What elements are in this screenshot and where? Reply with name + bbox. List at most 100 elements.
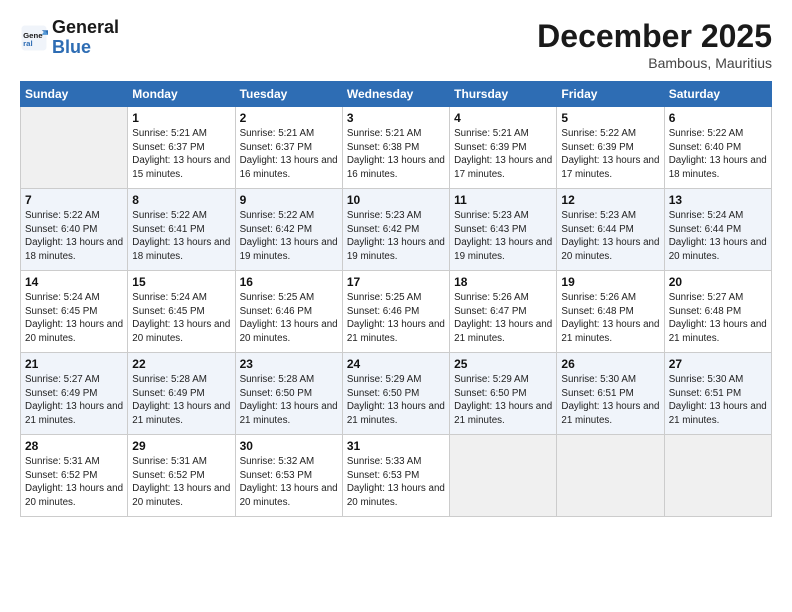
day-info: Sunrise: 5:27 AMSunset: 6:48 PMDaylight:… <box>669 291 767 346</box>
calendar-cell: 5Sunrise: 5:22 AMSunset: 6:39 PMDaylight… <box>557 107 664 189</box>
calendar-cell: 9 Sunrise: 5:22 AMSunset: 6:42 PMDaylight… <box>235 189 342 271</box>
day-number: 7 <box>25 193 123 207</box>
day-info: Sunrise: 5:26 AMSunset: 6:47 PMDaylight:… <box>454 291 552 346</box>
day-info: Sunrise: 5:27 AMSunset: 6:49 PMDaylight:… <box>25 373 123 428</box>
day-info: Sunrise: 5:32 AMSunset: 6:53 PMDaylight:… <box>240 455 338 510</box>
calendar-cell: 1Sunrise: 5:21 AMSunset: 6:37 PMDaylight… <box>128 107 235 189</box>
day-number: 12 <box>561 193 659 207</box>
day-number: 13 <box>669 193 767 207</box>
calendar-cell: 20Sunrise: 5:27 AMSunset: 6:48 PMDayligh… <box>664 271 771 353</box>
calendar-week-1: 1 Sunrise: 5:21 AMSunset: 6:37 PMDaylight… <box>21 107 772 189</box>
day-info: Sunrise: 5:31 AMSunset: 6:52 PMDaylight:… <box>25 455 123 510</box>
calendar-cell: 15Sunrise: 5:24 AMSunset: 6:45 PMDayligh… <box>128 271 235 353</box>
day-number: 6 <box>669 111 767 125</box>
calendar-cell: 28 Sunrise: 5:31 AMSunset: 6:52 PMDayligh… <box>21 435 128 517</box>
calendar-cell: 27Sunrise: 5:30 AMSunset: 6:51 PMDayligh… <box>664 353 771 435</box>
logo-general: General <box>52 17 119 37</box>
day-info: Sunrise: 5:25 AMSunset: 6:46 PMDaylight:… <box>347 291 445 346</box>
calendar-cell: 21Sunrise: 5:27 AMSunset: 6:49 PMDayligh… <box>21 353 128 435</box>
month-title: December 2025 <box>537 18 772 55</box>
day-number: 1 <box>132 111 230 125</box>
day-number: 2 <box>240 111 338 125</box>
day-info: Sunrise: 5:22 AMSunset: 6:41 PMDaylight:… <box>132 209 230 264</box>
day-info: Sunrise: 5:22 AMSunset: 6:40 PMDaylight:… <box>669 127 767 182</box>
day-number: 26 <box>561 357 659 371</box>
day-info: Sunrise: 5:21 AMSunset: 6:39 PMDaylight:… <box>454 127 552 182</box>
calendar-header-friday: Friday <box>557 82 664 107</box>
calendar-cell: 3Sunrise: 5:21 AMSunset: 6:38 PMDaylight… <box>342 107 449 189</box>
day-number: 22 <box>132 357 230 371</box>
day-info: Sunrise: 5:29 AMSunset: 6:50 PMDaylight:… <box>454 373 552 428</box>
calendar-header-saturday: Saturday <box>664 82 771 107</box>
calendar-header-monday: Monday <box>128 82 235 107</box>
calendar: SundayMondayTuesdayWednesdayThursdayFrid… <box>20 81 772 517</box>
calendar-cell: 19 Sunrise: 5:26 AMSunset: 6:48 PMDayligh… <box>557 271 664 353</box>
calendar-cell: 8Sunrise: 5:22 AMSunset: 6:41 PMDaylight… <box>128 189 235 271</box>
calendar-cell: 30 Sunrise: 5:32 AMSunset: 6:53 PMDayligh… <box>235 435 342 517</box>
calendar-cell: 18Sunrise: 5:26 AMSunset: 6:47 PMDayligh… <box>450 271 557 353</box>
calendar-cell: 14 Sunrise: 5:24 AMSunset: 6:45 PMDayligh… <box>21 271 128 353</box>
day-number: 3 <box>347 111 445 125</box>
calendar-cell <box>557 435 664 517</box>
calendar-cell: 11Sunrise: 5:23 AMSunset: 6:43 PMDayligh… <box>450 189 557 271</box>
calendar-header-thursday: Thursday <box>450 82 557 107</box>
calendar-header-tuesday: Tuesday <box>235 82 342 107</box>
day-number: 14 <box>25 275 123 289</box>
logo-icon: Gene ral <box>20 24 48 52</box>
day-info: Sunrise: 5:22 AMSunset: 6:42 PMDaylight:… <box>240 209 338 264</box>
calendar-cell: 16 Sunrise: 5:25 AMSunset: 6:46 PMDayligh… <box>235 271 342 353</box>
calendar-cell: 26 Sunrise: 5:30 AMSunset: 6:51 PMDayligh… <box>557 353 664 435</box>
day-number: 23 <box>240 357 338 371</box>
day-number: 27 <box>669 357 767 371</box>
day-number: 19 <box>561 275 659 289</box>
calendar-cell: 12Sunrise: 5:23 AMSunset: 6:44 PMDayligh… <box>557 189 664 271</box>
day-info: Sunrise: 5:28 AMSunset: 6:50 PMDaylight:… <box>240 373 338 428</box>
calendar-cell: 10Sunrise: 5:23 AMSunset: 6:42 PMDayligh… <box>342 189 449 271</box>
day-info: Sunrise: 5:33 AMSunset: 6:53 PMDaylight:… <box>347 455 445 510</box>
day-number: 4 <box>454 111 552 125</box>
day-info: Sunrise: 5:21 AMSunset: 6:37 PMDaylight:… <box>240 127 338 182</box>
calendar-cell: 4 Sunrise: 5:21 AMSunset: 6:39 PMDaylight… <box>450 107 557 189</box>
calendar-cell: 17Sunrise: 5:25 AMSunset: 6:46 PMDayligh… <box>342 271 449 353</box>
day-number: 5 <box>561 111 659 125</box>
day-info: Sunrise: 5:30 AMSunset: 6:51 PMDaylight:… <box>561 373 659 428</box>
calendar-cell: 31 Sunrise: 5:33 AMSunset: 6:53 PMDayligh… <box>342 435 449 517</box>
day-number: 15 <box>132 275 230 289</box>
location: Bambous, Mauritius <box>537 55 772 71</box>
day-number: 28 <box>25 439 123 453</box>
title-block: December 2025 Bambous, Mauritius <box>537 18 772 71</box>
logo-text: General Blue <box>52 18 119 58</box>
calendar-header-sunday: Sunday <box>21 82 128 107</box>
day-info: Sunrise: 5:28 AMSunset: 6:49 PMDaylight:… <box>132 373 230 428</box>
day-info: Sunrise: 5:31 AMSunset: 6:52 PMDaylight:… <box>132 455 230 510</box>
calendar-cell: 2 Sunrise: 5:21 AMSunset: 6:37 PMDaylight… <box>235 107 342 189</box>
page: Gene ral General Blue December 2025 Bamb… <box>0 0 792 612</box>
calendar-week-3: 14 Sunrise: 5:24 AMSunset: 6:45 PMDayligh… <box>21 271 772 353</box>
day-number: 9 <box>240 193 338 207</box>
day-number: 16 <box>240 275 338 289</box>
calendar-cell: 22 Sunrise: 5:28 AMSunset: 6:49 PMDayligh… <box>128 353 235 435</box>
header: Gene ral General Blue December 2025 Bamb… <box>20 18 772 71</box>
calendar-cell <box>21 107 128 189</box>
calendar-cell: 29 Sunrise: 5:31 AMSunset: 6:52 PMDayligh… <box>128 435 235 517</box>
calendar-cell <box>450 435 557 517</box>
calendar-cell: 13 Sunrise: 5:24 AMSunset: 6:44 PMDayligh… <box>664 189 771 271</box>
day-info: Sunrise: 5:29 AMSunset: 6:50 PMDaylight:… <box>347 373 445 428</box>
day-number: 31 <box>347 439 445 453</box>
calendar-cell: 24 Sunrise: 5:29 AMSunset: 6:50 PMDayligh… <box>342 353 449 435</box>
day-number: 29 <box>132 439 230 453</box>
day-number: 25 <box>454 357 552 371</box>
day-info: Sunrise: 5:25 AMSunset: 6:46 PMDaylight:… <box>240 291 338 346</box>
calendar-cell: 23 Sunrise: 5:28 AMSunset: 6:50 PMDayligh… <box>235 353 342 435</box>
day-info: Sunrise: 5:24 AMSunset: 6:45 PMDaylight:… <box>25 291 123 346</box>
calendar-week-4: 21Sunrise: 5:27 AMSunset: 6:49 PMDayligh… <box>21 353 772 435</box>
calendar-cell: 25 Sunrise: 5:29 AMSunset: 6:50 PMDayligh… <box>450 353 557 435</box>
svg-text:ral: ral <box>23 39 33 48</box>
day-number: 30 <box>240 439 338 453</box>
day-info: Sunrise: 5:26 AMSunset: 6:48 PMDaylight:… <box>561 291 659 346</box>
calendar-week-5: 28 Sunrise: 5:31 AMSunset: 6:52 PMDayligh… <box>21 435 772 517</box>
day-number: 24 <box>347 357 445 371</box>
calendar-cell <box>664 435 771 517</box>
day-info: Sunrise: 5:24 AMSunset: 6:44 PMDaylight:… <box>669 209 767 264</box>
calendar-cell: 6 Sunrise: 5:22 AMSunset: 6:40 PMDaylight… <box>664 107 771 189</box>
